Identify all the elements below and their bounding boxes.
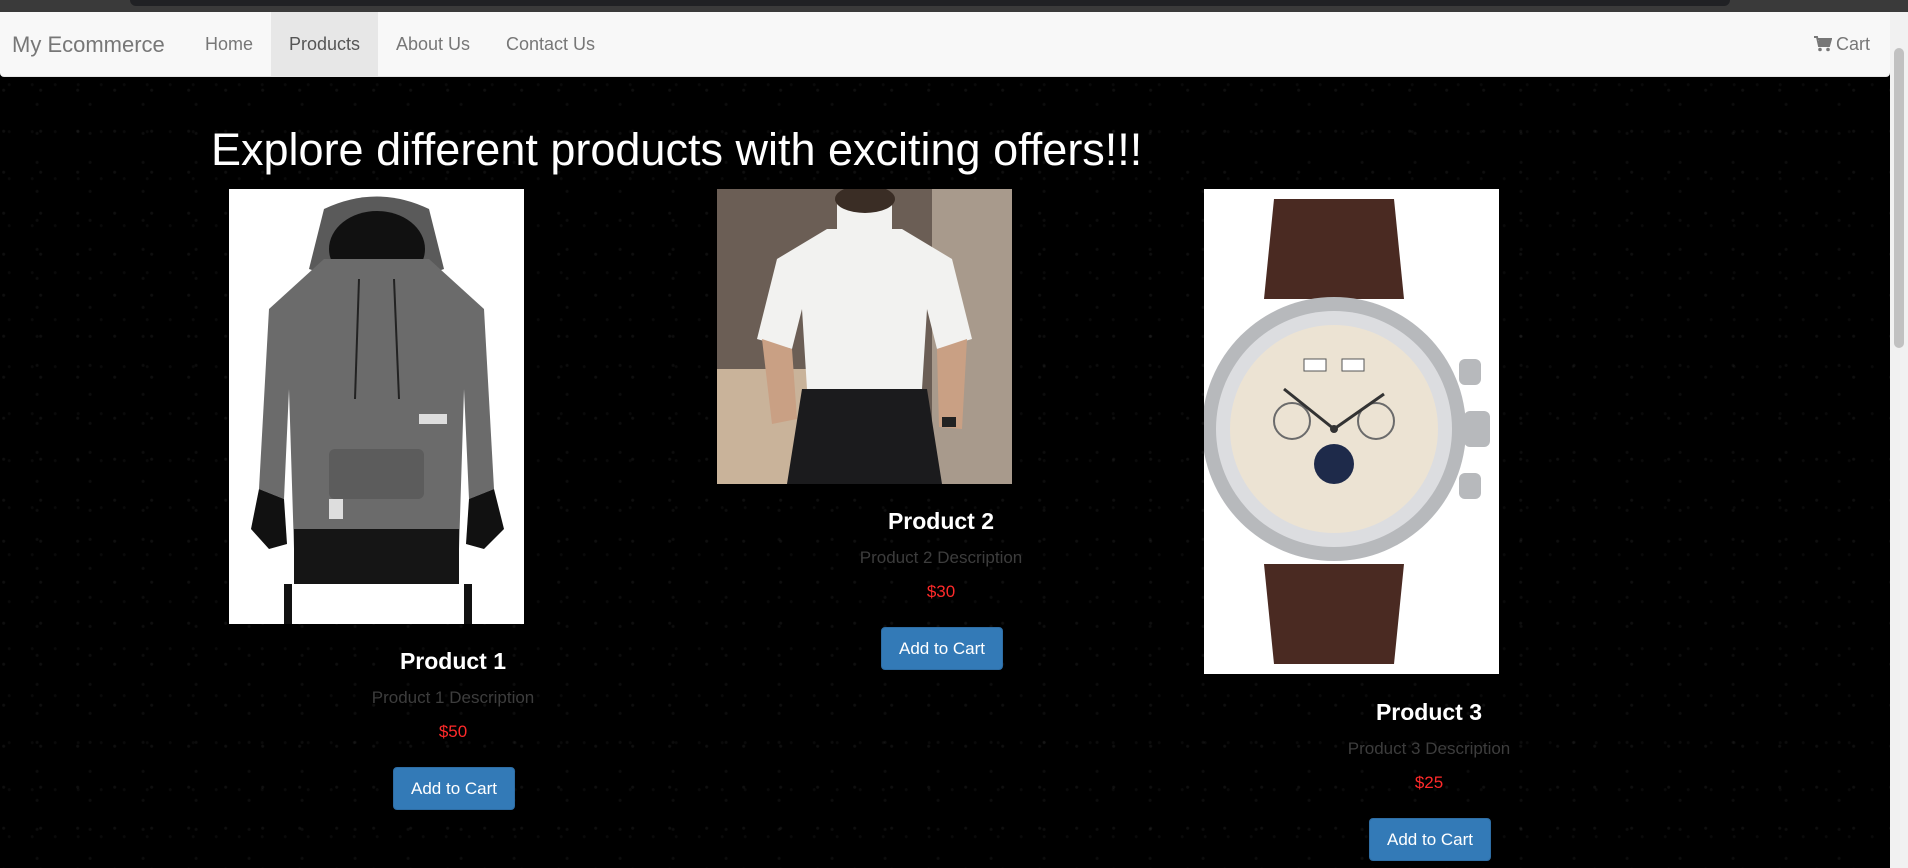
nav-item-products[interactable]: Products (271, 12, 379, 76)
tshirt-image[interactable] (717, 189, 1012, 484)
product-price: $25 (1414, 773, 1444, 792)
nav-item-contact-us[interactable]: Contact Us (488, 12, 613, 76)
browser-top-strip (0, 0, 1908, 12)
nav-item-home[interactable]: Home (187, 12, 271, 76)
product-title: Product 1 (399, 648, 507, 674)
product-description: Product 1 Description (371, 688, 535, 707)
product-title: Product 2 (887, 508, 995, 534)
add-to-cart-button[interactable]: Add to Cart (1369, 818, 1491, 861)
hoodie-image-graphic (229, 189, 524, 624)
product-price: $50 (438, 722, 468, 741)
watch-image[interactable] (1204, 189, 1499, 674)
product-description: Product 3 Description (1347, 739, 1511, 758)
watch-image-graphic (1204, 189, 1499, 674)
scrollbar-thumb[interactable] (1894, 48, 1904, 348)
tshirt-image-graphic (717, 189, 1012, 484)
cart-link[interactable]: Cart (1794, 12, 1890, 76)
nav-item-about-us[interactable]: About Us (378, 12, 488, 76)
page-headline: Explore different products with exciting… (211, 124, 1143, 175)
cart-icon (1813, 36, 1832, 52)
cart-label: Cart (1835, 34, 1870, 54)
product-price: $30 (926, 582, 956, 601)
product-title: Product 3 (1375, 699, 1483, 725)
product-description: Product 2 Description (859, 548, 1023, 567)
add-to-cart-button[interactable]: Add to Cart (393, 767, 515, 810)
brand-logo[interactable]: My Ecommerce (12, 32, 165, 58)
hoodie-image[interactable] (229, 189, 524, 624)
page-scrollbar[interactable] (1890, 12, 1908, 868)
navbar: My Ecommerce Home Products About Us Cont… (0, 12, 1890, 77)
add-to-cart-button[interactable]: Add to Cart (881, 627, 1003, 670)
